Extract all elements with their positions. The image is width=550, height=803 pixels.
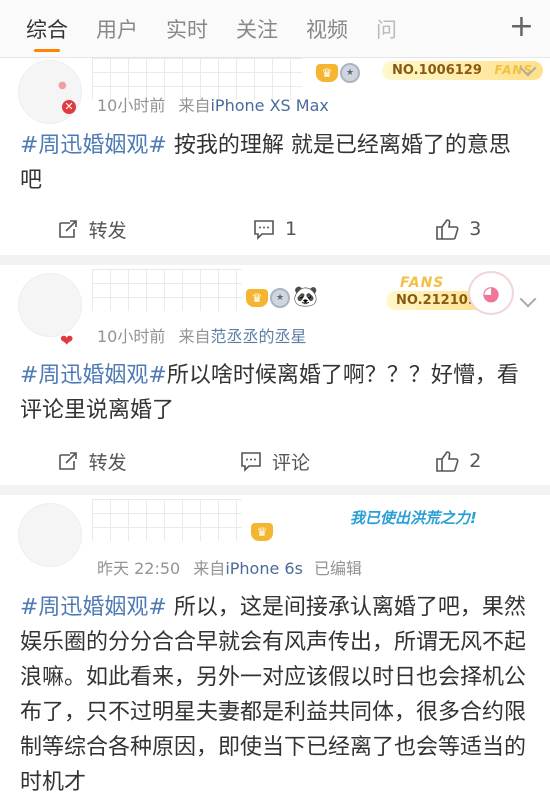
verified-badge-icon: ✕ xyxy=(62,100,76,114)
source-prefix: 来自 xyxy=(193,559,226,578)
comment-icon xyxy=(241,452,261,472)
repost-icon xyxy=(58,220,77,238)
post-time: 10小时前 xyxy=(97,327,166,346)
post-time: 10小时前 xyxy=(97,96,166,115)
hashtag-link[interactable]: #周迅婚姻观# xyxy=(20,595,167,620)
thumbs-up-icon xyxy=(436,451,459,472)
post-card: ● ✕ ♛ ★ NO.1006129 FANS 10小时前 来自iPhone X… xyxy=(0,58,550,255)
fans-number: NO.212109 xyxy=(396,293,477,308)
hashtag-link[interactable]: #周迅婚姻观# xyxy=(20,133,167,158)
post-source[interactable]: iPhone XS Max xyxy=(210,96,328,115)
crown-badge-icon: ♛ xyxy=(316,64,338,82)
repost-label: 转发 xyxy=(88,451,127,474)
repost-icon xyxy=(58,452,77,470)
username-mosaic xyxy=(92,499,242,541)
repost-button[interactable]: 转发 xyxy=(0,209,183,249)
comment-button[interactable]: 1 xyxy=(183,209,366,249)
tab-video[interactable]: 视频 xyxy=(306,0,348,58)
post-text: #周迅婚姻观# 所以，这是间接承认离婚了吧，果然娱乐圈的分分合合早就会有风声传出… xyxy=(20,590,532,800)
like-count: 2 xyxy=(469,450,482,472)
tab-users[interactable]: 用户 xyxy=(96,0,138,58)
comment-button[interactable]: 评论 xyxy=(183,441,366,481)
top-tab-bar: 综合 用户 实时 关注 视频 问 + xyxy=(0,0,550,58)
thumbs-up-icon xyxy=(436,219,459,240)
post-time: 昨天 22:50 xyxy=(97,559,181,578)
tab-comprehensive[interactable]: 综合 xyxy=(26,0,68,58)
repost-label: 转发 xyxy=(88,219,127,242)
tab-realtime[interactable]: 实时 xyxy=(166,0,208,58)
add-tab-icon[interactable]: + xyxy=(509,12,534,42)
medal-badge-icon: ★ xyxy=(340,63,360,83)
like-button[interactable]: 3 xyxy=(367,209,550,249)
crown-badge-icon: ♛ xyxy=(246,289,268,307)
post-card: ❤ ♛ ★ 🐼 FANS NO.212109 ◕ 10小时前 来自范丞丞的丞星 … xyxy=(0,265,550,485)
fans-number: NO.1006129 xyxy=(392,63,482,78)
post-meta: 昨天 22:50 来自iPhone 6s 已编辑 xyxy=(97,555,362,579)
action-bar: 转发 评论 2 xyxy=(0,441,550,481)
heart-badge-icon: ❤ xyxy=(60,331,74,350)
comment-label: 评论 xyxy=(271,451,310,474)
avatar[interactable] xyxy=(18,503,82,567)
action-bar: 转发 1 3 xyxy=(0,209,550,249)
comment-count: 1 xyxy=(284,218,298,240)
comment-icon xyxy=(254,220,274,240)
panda-badge-icon: 🐼 xyxy=(293,284,318,308)
username-mosaic xyxy=(92,269,242,311)
post-meta: 10小时前 来自范丞丞的丞星 xyxy=(97,323,307,347)
fans-number-badge: NO.1006129 FANS xyxy=(382,61,544,80)
like-button[interactable]: 2 xyxy=(367,441,550,481)
edited-label: 已编辑 xyxy=(314,559,363,578)
fans-label: FANS xyxy=(400,275,445,291)
medal-badge-icon: ★ xyxy=(270,288,290,308)
chevron-down-icon[interactable] xyxy=(519,290,537,308)
post-body: 所以，这是间接承认离婚了吧，果然娱乐圈的分分合合早就会有风声传出，所谓无风不起浪… xyxy=(20,595,527,795)
peach-decoration-icon: ● xyxy=(58,80,67,91)
post-source[interactable]: 范丞丞的丞星 xyxy=(210,327,306,346)
post-source[interactable]: iPhone 6s xyxy=(225,559,303,578)
avatar[interactable] xyxy=(18,60,82,124)
like-count: 3 xyxy=(469,218,482,240)
source-prefix: 来自 xyxy=(178,327,211,346)
hashtag-link[interactable]: #周迅婚姻观# xyxy=(20,363,167,388)
post-card: ♛ 我已使出洪荒之力! 昨天 22:50 来自iPhone 6s 已编辑 #周迅… xyxy=(0,495,550,803)
power-banner: 我已使出洪荒之力! xyxy=(350,509,477,527)
post-text: #周迅婚姻观#所以啥时候离婚了啊？？？好懵，看评论里说离婚了 xyxy=(20,358,532,428)
avatar[interactable] xyxy=(18,273,82,337)
tab-questions[interactable]: 问 xyxy=(376,0,397,58)
mascot-icon: ◕ xyxy=(468,271,514,315)
crown-badge-icon: ♛ xyxy=(251,523,273,541)
tab-following[interactable]: 关注 xyxy=(236,0,278,58)
post-meta: 10小时前 来自iPhone XS Max xyxy=(97,92,329,116)
post-text: #周迅婚姻观# 按我的理解 就是已经离婚了的意思吧 xyxy=(20,128,532,198)
source-prefix: 来自 xyxy=(178,96,211,115)
repost-button[interactable]: 转发 xyxy=(0,441,183,481)
